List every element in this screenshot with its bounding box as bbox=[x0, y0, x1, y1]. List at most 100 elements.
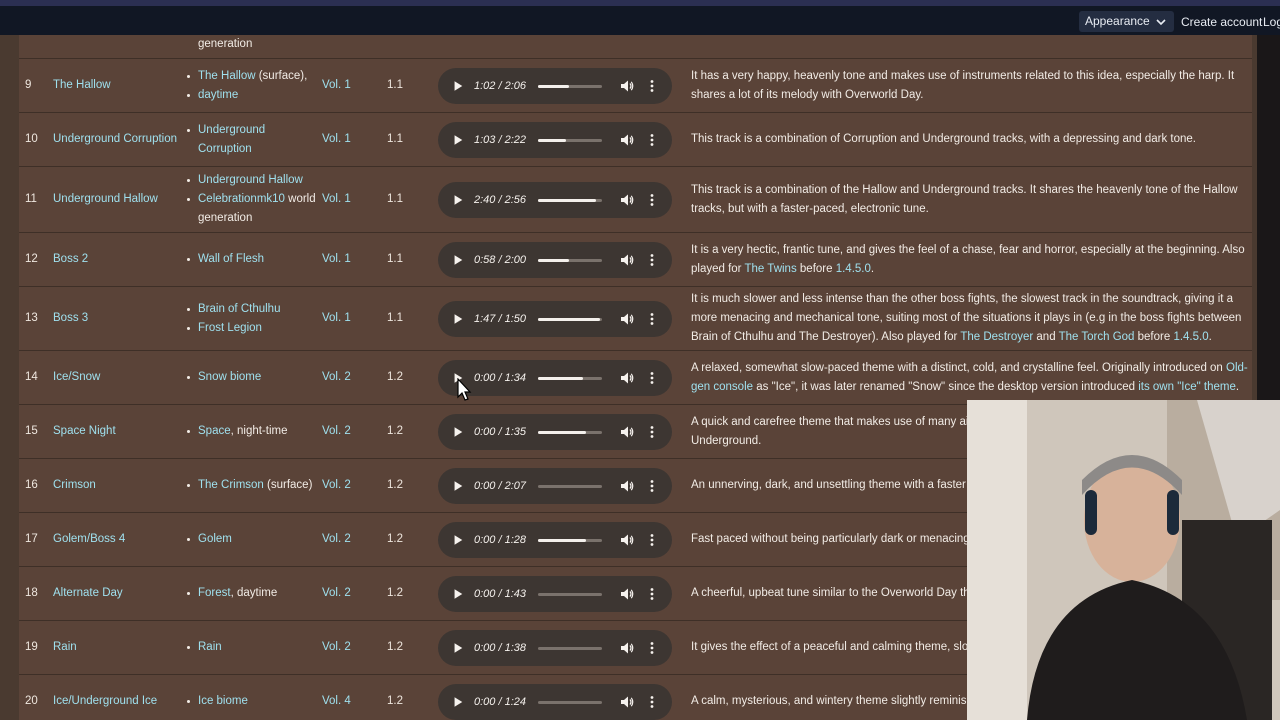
create-account-link[interactable]: Create account bbox=[1181, 12, 1262, 32]
volume-link[interactable]: Vol. 4 bbox=[322, 675, 382, 720]
more-vertical-icon[interactable] bbox=[645, 425, 659, 439]
play-icon[interactable] bbox=[452, 480, 464, 492]
play-icon[interactable] bbox=[452, 80, 464, 92]
biome-link[interactable]: Rain bbox=[198, 641, 222, 653]
volume-icon[interactable] bbox=[620, 479, 634, 493]
volume-icon[interactable] bbox=[620, 425, 634, 439]
volume-link[interactable]: Vol. 2 bbox=[322, 351, 382, 404]
volume-icon[interactable] bbox=[620, 587, 634, 601]
seek-slider[interactable] bbox=[538, 138, 602, 142]
biome-link[interactable]: Celebrationmk10 bbox=[198, 193, 285, 205]
play-icon[interactable] bbox=[452, 642, 464, 654]
biome-link[interactable]: Frost Legion bbox=[198, 322, 262, 334]
description-link[interactable]: The Destroyer bbox=[960, 331, 1033, 343]
seek-slider[interactable] bbox=[538, 430, 602, 434]
track-name-link[interactable]: The Hallow bbox=[53, 59, 179, 112]
biome-link[interactable]: Forest bbox=[198, 587, 231, 599]
biome-link[interactable]: Ice biome bbox=[198, 695, 248, 707]
track-number: 18 bbox=[25, 587, 38, 599]
volume-icon[interactable] bbox=[620, 641, 634, 655]
seek-slider[interactable] bbox=[538, 646, 602, 650]
more-vertical-icon[interactable] bbox=[645, 371, 659, 385]
seek-slider[interactable] bbox=[538, 592, 602, 596]
description-link[interactable]: 1.4.5.0 bbox=[1173, 331, 1208, 343]
play-icon[interactable] bbox=[452, 534, 464, 546]
more-vertical-icon[interactable] bbox=[645, 253, 659, 267]
seek-slider[interactable] bbox=[538, 317, 602, 321]
play-icon[interactable] bbox=[452, 313, 464, 325]
biome-link[interactable]: Wall of Flesh bbox=[198, 253, 264, 265]
biome-link[interactable]: daytime bbox=[198, 89, 238, 101]
track-name-link[interactable]: Golem/Boss 4 bbox=[53, 513, 179, 566]
volume-link[interactable]: Vol. 2 bbox=[322, 513, 382, 566]
volume-link[interactable]: Vol. 2 bbox=[322, 459, 382, 512]
seek-slider[interactable] bbox=[538, 258, 602, 262]
play-icon[interactable] bbox=[452, 426, 464, 438]
biome-list: Snow biome bbox=[186, 368, 261, 387]
volume-link[interactable]: Vol. 1 bbox=[322, 113, 382, 166]
volume-icon[interactable] bbox=[620, 253, 634, 267]
track-name-link[interactable]: Underground Hallow bbox=[53, 167, 179, 232]
volume-icon[interactable] bbox=[620, 312, 634, 326]
seek-slider[interactable] bbox=[538, 538, 602, 542]
play-icon[interactable] bbox=[452, 696, 464, 708]
volume-link[interactable]: Vol. 1 bbox=[322, 167, 382, 232]
description-cell: It is a very hectic, frantic tune, and g… bbox=[691, 233, 1251, 286]
track-name-link[interactable]: Underground Corruption bbox=[53, 113, 179, 166]
seek-slider[interactable] bbox=[538, 198, 602, 202]
more-vertical-icon[interactable] bbox=[645, 587, 659, 601]
volume-icon[interactable] bbox=[620, 533, 634, 547]
volume-link[interactable]: Vol. 1 bbox=[322, 233, 382, 286]
track-name-link[interactable]: Boss 2 bbox=[53, 233, 179, 286]
biome-link[interactable]: Brain of Cthulhu bbox=[198, 303, 280, 315]
track-name-link[interactable]: Alternate Day bbox=[53, 567, 179, 620]
track-name-link[interactable]: Crimson bbox=[53, 459, 179, 512]
play-icon[interactable] bbox=[452, 194, 464, 206]
more-vertical-icon[interactable] bbox=[645, 133, 659, 147]
more-vertical-icon[interactable] bbox=[645, 533, 659, 547]
biome-suffix: , daytime bbox=[230, 587, 278, 599]
track-name-link[interactable]: Ice/Underground Ice bbox=[53, 675, 179, 720]
biome-link[interactable]: The Hallow bbox=[198, 70, 256, 82]
volume-link[interactable]: Vol. 2 bbox=[322, 621, 382, 674]
volume-link[interactable]: Vol. 2 bbox=[322, 567, 382, 620]
seek-slider[interactable] bbox=[538, 700, 602, 704]
description-link[interactable]: The Torch God bbox=[1059, 331, 1135, 343]
seek-slider[interactable] bbox=[538, 376, 602, 380]
biome-link[interactable]: Snow biome bbox=[198, 371, 261, 383]
more-vertical-icon[interactable] bbox=[645, 312, 659, 326]
track-name-link[interactable]: Space Night bbox=[53, 405, 179, 458]
more-vertical-icon[interactable] bbox=[645, 79, 659, 93]
volume-link[interactable]: Vol. 2 bbox=[322, 405, 382, 458]
description-link[interactable]: The Twins bbox=[745, 263, 797, 275]
seek-slider[interactable] bbox=[538, 484, 602, 488]
biome-link[interactable]: Golem bbox=[198, 533, 232, 545]
description-link[interactable]: its own "Ice" theme bbox=[1138, 381, 1236, 393]
volume-icon[interactable] bbox=[620, 371, 634, 385]
play-icon[interactable] bbox=[452, 254, 464, 266]
track-name-link[interactable]: Ice/Snow bbox=[53, 351, 179, 404]
volume-icon[interactable] bbox=[620, 695, 634, 709]
login-link[interactable]: Log bbox=[1263, 12, 1280, 32]
more-vertical-icon[interactable] bbox=[645, 641, 659, 655]
biome-list: The Crimson (surface) bbox=[186, 476, 312, 495]
more-vertical-icon[interactable] bbox=[645, 695, 659, 709]
play-icon[interactable] bbox=[452, 134, 464, 146]
seek-slider[interactable] bbox=[538, 84, 602, 88]
volume-icon[interactable] bbox=[620, 193, 634, 207]
volume-icon[interactable] bbox=[620, 79, 634, 93]
more-vertical-icon[interactable] bbox=[645, 479, 659, 493]
biome-link[interactable]: Space bbox=[198, 425, 231, 437]
volume-icon[interactable] bbox=[620, 133, 634, 147]
biome-link[interactable]: The Crimson bbox=[198, 479, 264, 491]
play-icon[interactable] bbox=[452, 588, 464, 600]
track-name-link[interactable]: Rain bbox=[53, 621, 179, 674]
biome-link[interactable]: Underground Hallow bbox=[198, 174, 303, 186]
description-link[interactable]: 1.4.5.0 bbox=[836, 263, 871, 275]
volume-link[interactable]: Vol. 1 bbox=[322, 59, 382, 112]
more-vertical-icon[interactable] bbox=[645, 193, 659, 207]
track-name-link[interactable]: Boss 3 bbox=[53, 287, 179, 350]
volume-link[interactable]: Vol. 1 bbox=[322, 287, 382, 350]
biome-link[interactable]: Underground Corruption bbox=[198, 124, 265, 155]
appearance-dropdown[interactable]: Appearance bbox=[1079, 11, 1174, 32]
